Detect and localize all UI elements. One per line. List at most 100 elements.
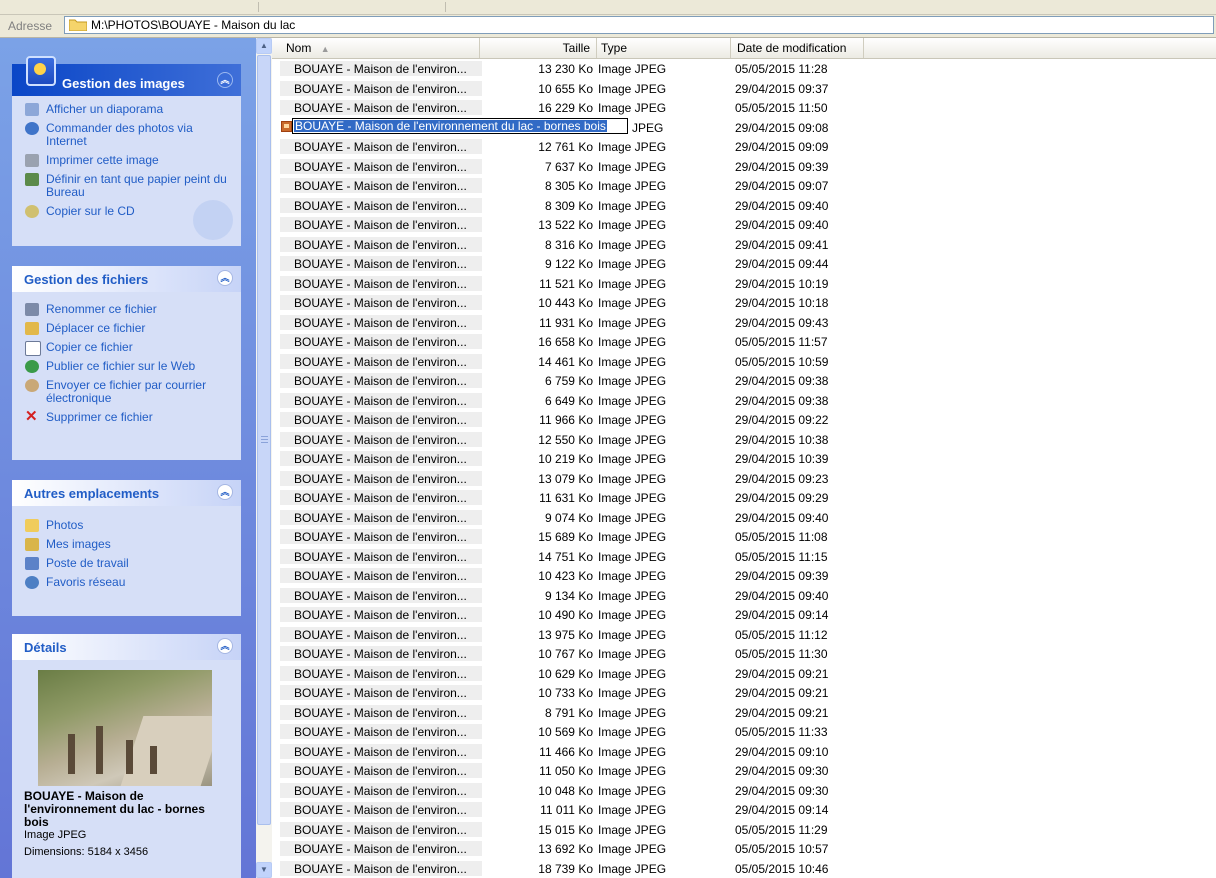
file-row[interactable]: BOUAYE - Maison de l'environ... 6 759 Ko I… <box>272 370 1216 390</box>
file-row[interactable]: BOUAYE - Maison de l'environ... 10 423 Ko… <box>272 565 1216 585</box>
file-row[interactable]: BOUAYE - Maison de l'environ... 11 521 Ko… <box>272 273 1216 293</box>
address-input[interactable]: M:\PHOTOS\BOUAYE - Maison du lac <box>64 16 1214 34</box>
file-row[interactable]: BOUAYE - Maison de l'environ... 11 011 Ko… <box>272 799 1216 819</box>
file-row[interactable]: BOUAYE - Maison de l'environ... 14 751 Ko… <box>272 546 1216 566</box>
file-row[interactable]: BOUAYE - Maison de l'environ... 10 219 Ko… <box>272 448 1216 468</box>
file-row[interactable]: BOUAYE - Maison de l'environ... 10 443 Ko… <box>272 292 1216 312</box>
column-header-date[interactable]: Date de modification <box>731 38 864 58</box>
file-name-cell: BOUAYE - Maison de l'environ... <box>280 373 482 388</box>
task-slideshow[interactable]: Afficher un diaporama <box>12 100 241 119</box>
file-row[interactable]: BOUAYE - Maison de l'environ... 13 692 Ko… <box>272 838 1216 858</box>
file-row[interactable]: BOUAYE - Maison de l'environ... 8 316 Ko I… <box>272 234 1216 254</box>
collapse-chevron-icon[interactable]: ︽ <box>217 270 233 286</box>
file-row[interactable]: BOUAYE - Maison de l'environ... 10 767 Ko… <box>272 643 1216 663</box>
file-row[interactable]: BOUAYE - Maison de l'environ... 18 739 Ko… <box>272 858 1216 878</box>
file-row[interactable]: BOUAYE - Maison de l'environ... 10 629 Ko… <box>272 663 1216 683</box>
file-size: 10 767 Ko <box>538 647 593 661</box>
file-row[interactable]: BOUAYE - Maison de l'environ... 11 966 Ko… <box>272 409 1216 429</box>
file-date: 29/04/2015 09:37 <box>735 81 829 96</box>
file-size: 10 219 Ko <box>538 452 593 466</box>
file-name-cell: BOUAYE - Maison de l'environ... <box>280 353 482 369</box>
printer-icon <box>25 154 39 167</box>
collapse-chevron-icon[interactable]: ︽ <box>217 638 233 654</box>
panel-header-file-tasks[interactable]: Gestion des fichiers ︽ <box>12 266 241 292</box>
collapse-chevron-icon[interactable]: ︽ <box>217 72 233 88</box>
scroll-up-button[interactable]: ▲ <box>256 38 272 54</box>
file-size: 10 629 Ko <box>538 666 593 681</box>
file-row[interactable]: BOUAYE - Maison de l'environ... 13 975 Ko… <box>272 624 1216 644</box>
file-row[interactable]: BOUAYE - Maison de l'environ... 9 074 Ko I… <box>272 507 1216 527</box>
file-row[interactable]: BOUAYE - Maison de l'environ... 13 230 Ko… <box>272 58 1216 78</box>
place-network[interactable]: Favoris réseau <box>12 573 241 592</box>
file-date: 29/04/2015 09:21 <box>735 705 829 720</box>
file-row[interactable]: BOUAYE - Maison de l'environ... 9 134 Ko I… <box>272 585 1216 605</box>
task-rename-file[interactable]: Renommer ce fichier <box>12 300 241 319</box>
file-type: Image JPEG <box>598 432 667 447</box>
file-date: 29/04/2015 09:21 <box>735 686 829 700</box>
task-move-file[interactable]: Déplacer ce fichier <box>12 319 241 338</box>
scroll-down-button[interactable]: ▼ <box>256 862 272 878</box>
task-label: Afficher un diaporama <box>46 102 164 116</box>
file-row[interactable]: BOUAYE - Maison de l'environ... 11 466 Ko… <box>272 741 1216 761</box>
column-header-name[interactable]: Nom ▲ <box>272 38 480 58</box>
file-row[interactable]: BOUAYE - Maison de l'environ... 15 015 Ko… <box>272 819 1216 839</box>
file-row[interactable]: BOUAYE - Maison de l'environnement du la… <box>272 117 1216 137</box>
file-date: 29/04/2015 09:23 <box>735 471 829 486</box>
file-row[interactable]: BOUAYE - Maison de l'environ... 10 569 Ko… <box>272 721 1216 741</box>
rename-input[interactable]: BOUAYE - Maison de l'environnement du la… <box>292 117 628 134</box>
file-row[interactable]: BOUAYE - Maison de l'environ... 8 309 Ko I… <box>272 195 1216 215</box>
globe-icon <box>25 360 39 373</box>
file-date: 29/04/2015 09:29 <box>735 491 829 505</box>
place-my-computer[interactable]: Poste de travail <box>12 554 241 573</box>
task-delete-file[interactable]: ✕ Supprimer ce fichier <box>12 408 241 427</box>
file-row[interactable]: BOUAYE - Maison de l'environ... 11 631 Ko… <box>272 487 1216 507</box>
task-label: Imprimer cette image <box>46 153 159 167</box>
file-name-cell: BOUAYE - Maison de l'environ... <box>280 665 482 681</box>
file-row[interactable]: BOUAYE - Maison de l'environ... 14 461 Ko… <box>272 351 1216 371</box>
place-photos[interactable]: Photos <box>12 516 241 535</box>
file-row[interactable]: BOUAYE - Maison de l'environ... 10 048 Ko… <box>272 780 1216 800</box>
task-copy-file[interactable]: Copier ce fichier <box>12 338 241 357</box>
panel-header-image-tasks[interactable]: Gestion des images ︽ <box>12 56 241 96</box>
file-row[interactable]: BOUAYE - Maison de l'environ... 11 931 Ko… <box>272 312 1216 332</box>
file-row[interactable]: BOUAYE - Maison de l'environ... 9 122 Ko I… <box>272 253 1216 273</box>
file-row[interactable]: BOUAYE - Maison de l'environ... 12 550 Ko… <box>272 429 1216 449</box>
file-type: Image JPEG <box>598 413 667 427</box>
vertical-scrollbar[interactable]: ▲ ▼ <box>256 38 272 878</box>
task-publish-web[interactable]: Publier ce fichier sur le Web <box>12 357 241 376</box>
file-row[interactable]: BOUAYE - Maison de l'environ... 15 689 Ko… <box>272 526 1216 546</box>
computer-icon <box>25 557 39 570</box>
file-name: BOUAYE - Maison de l'environ... <box>294 627 467 642</box>
file-row[interactable]: BOUAYE - Maison de l'environ... 7 637 Ko I… <box>272 156 1216 176</box>
file-row[interactable]: BOUAYE - Maison de l'environ... 16 658 Ko… <box>272 331 1216 351</box>
sort-ascending-icon: ▲ <box>320 44 330 54</box>
file-name: BOUAYE - Maison de l'environ... <box>294 471 467 486</box>
file-row[interactable]: BOUAYE - Maison de l'environ... 10 733 Ko… <box>272 682 1216 702</box>
file-date: 29/04/2015 09:08 <box>735 120 829 135</box>
place-my-pictures[interactable]: Mes images <box>12 535 241 554</box>
file-row[interactable]: BOUAYE - Maison de l'environ... 6 649 Ko I… <box>272 390 1216 410</box>
task-order-photos[interactable]: Commander des photos via Internet <box>12 119 241 151</box>
file-row[interactable]: BOUAYE - Maison de l'environ... 10 655 Ko… <box>272 78 1216 98</box>
file-row[interactable]: BOUAYE - Maison de l'environ... 8 791 Ko I… <box>272 702 1216 722</box>
task-send-email[interactable]: Envoyer ce fichier par courrier électron… <box>12 376 241 408</box>
scroll-thumb[interactable] <box>257 55 271 825</box>
file-row[interactable]: BOUAYE - Maison de l'environ... 8 305 Ko I… <box>272 175 1216 195</box>
file-row[interactable]: BOUAYE - Maison de l'environ... 13 079 Ko… <box>272 468 1216 488</box>
panel-header-other-places[interactable]: Autres emplacements ︽ <box>12 480 241 506</box>
panel-other-places: Autres emplacements ︽ Photos Mes images … <box>12 480 241 616</box>
file-row[interactable]: BOUAYE - Maison de l'environ... 12 761 Ko… <box>272 136 1216 156</box>
collapse-chevron-icon[interactable]: ︽ <box>217 484 233 500</box>
file-row[interactable]: BOUAYE - Maison de l'environ... 11 050 Ko… <box>272 760 1216 780</box>
task-print-image[interactable]: Imprimer cette image <box>12 151 241 170</box>
file-row[interactable]: BOUAYE - Maison de l'environ... 16 229 Ko… <box>272 97 1216 117</box>
file-type: Image JPEG <box>598 510 667 525</box>
file-list: Nom ▲ Taille Type Date de modification B… <box>272 38 1216 878</box>
panel-header-details[interactable]: Détails ︽ <box>12 634 241 660</box>
file-row[interactable]: BOUAYE - Maison de l'environ... 10 490 Ko… <box>272 604 1216 624</box>
task-set-wallpaper[interactable]: Définir en tant que papier peint du Bure… <box>12 170 241 202</box>
column-header-type[interactable]: Type <box>597 38 731 58</box>
file-date: 29/04/2015 09:40 <box>735 218 829 232</box>
column-header-size[interactable]: Taille <box>480 38 597 58</box>
file-row[interactable]: BOUAYE - Maison de l'environ... 13 522 Ko… <box>272 214 1216 234</box>
